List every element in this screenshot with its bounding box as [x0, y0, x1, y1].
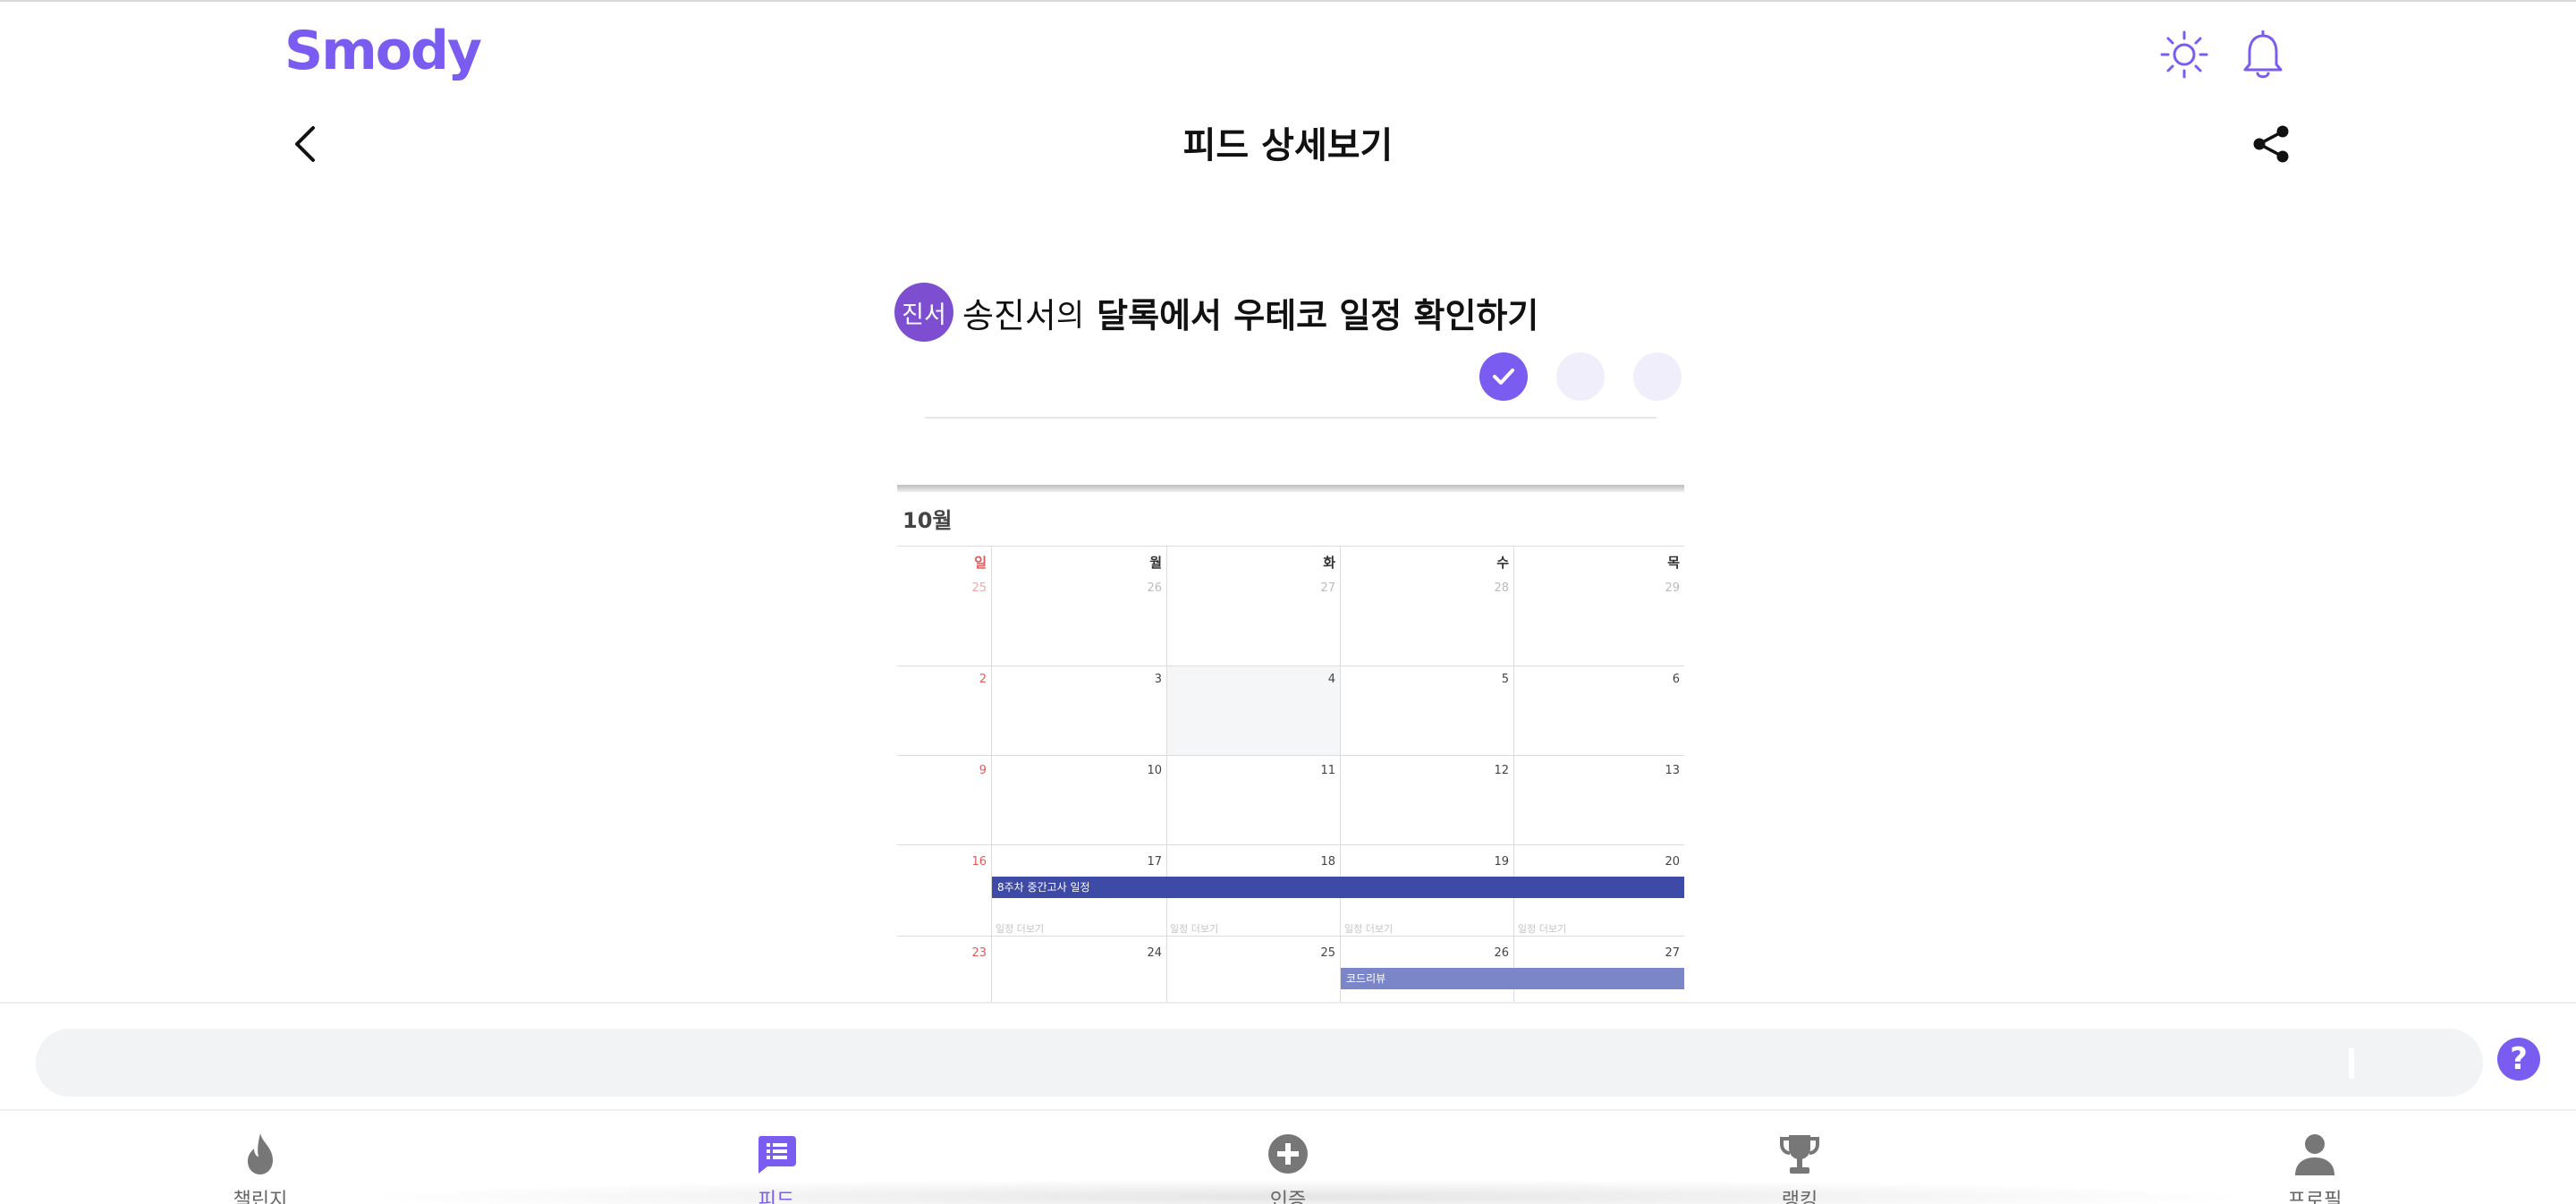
nav-divider	[0, 1109, 2576, 1111]
calendar-month: 10월	[902, 508, 953, 533]
calendar-event: 8주차 중간고사 일정	[992, 877, 1684, 898]
day-number: 19	[1494, 855, 1509, 869]
nav-item-challenge[interactable]: 챌린지	[189, 1131, 332, 1204]
grid-line	[897, 755, 1684, 756]
day-number: 23	[971, 946, 987, 960]
nav-label: 랭킹	[1781, 1190, 1818, 1204]
feed-heading: 진서 송진서 의 달록에서 우테코 일정 확인하기	[894, 283, 1543, 342]
day-number: 25	[971, 581, 987, 595]
grid-line	[991, 546, 992, 1004]
calendar-event: 코드리뷰	[1341, 968, 1684, 989]
avatar[interactable]: 진서	[894, 283, 953, 342]
weekday-label: 일	[974, 555, 987, 571]
sun-icon	[2160, 30, 2208, 79]
weekday-label: 월	[1149, 555, 1162, 571]
more-schedule-label: 일정 더보기	[1170, 923, 1219, 935]
more-schedule-label: 일정 더보기	[996, 923, 1045, 935]
day-number: 26	[1147, 581, 1162, 595]
question-icon: ?	[2510, 1041, 2528, 1077]
help-button[interactable]: ?	[2497, 1038, 2540, 1081]
window-top-border	[0, 0, 2576, 2]
comment-input[interactable]	[36, 1029, 2483, 1097]
day-number: 29	[1665, 581, 1680, 595]
nav-label: 챌린지	[233, 1190, 288, 1204]
feed-image: 10월 일 월 화 수 목 25 26 27 28 29 2 3 4 5 6 9	[897, 485, 1684, 1004]
nav-item-ranking[interactable]: 랭킹	[1728, 1131, 1871, 1204]
day-number: 27	[1665, 946, 1680, 960]
nav-item-verify[interactable]: 인증	[1216, 1131, 1360, 1204]
grid-line	[897, 546, 1684, 547]
text-caret	[2349, 1048, 2354, 1079]
day-number: 27	[1320, 581, 1335, 595]
comment-divider	[0, 1002, 2576, 1004]
day-number: 12	[1494, 764, 1509, 777]
grid-line	[1166, 546, 1167, 1004]
progress-dot-empty	[1633, 352, 1682, 401]
day-number: 26	[1494, 946, 1509, 960]
day-number: 9	[979, 764, 987, 777]
day-number: 18	[1320, 855, 1335, 869]
progress-dot-done	[1479, 352, 1528, 401]
plus-circle-icon	[1268, 1134, 1308, 1174]
grid-line	[1340, 546, 1341, 1004]
notification-button[interactable]	[2236, 29, 2290, 82]
nav-item-feed[interactable]: 피드	[705, 1131, 848, 1204]
trophy-icon	[1780, 1135, 1819, 1174]
day-number: 25	[1320, 946, 1335, 960]
day-number: 6	[1672, 673, 1680, 686]
grid-line	[1513, 546, 1514, 1004]
weekday-label: 수	[1496, 555, 1509, 571]
nav-item-profile[interactable]: 프로필	[2243, 1131, 2386, 1204]
page-title: 피드 상세보기	[1182, 125, 1394, 166]
day-number: 5	[1501, 673, 1509, 686]
day-number: 3	[1154, 673, 1162, 686]
day-number: 4	[1327, 673, 1335, 686]
progress-dot-empty	[1556, 352, 1605, 401]
weekday-label: 화	[1323, 555, 1335, 571]
person-icon	[2295, 1134, 2334, 1175]
more-schedule-label: 일정 더보기	[1518, 923, 1567, 935]
share-icon	[2253, 125, 2289, 163]
day-number: 16	[971, 855, 987, 869]
challenge-title[interactable]: 달록에서 우테코 일정 확인하기	[1093, 288, 1543, 337]
weekday-label: 목	[1667, 555, 1680, 571]
check-icon	[1493, 369, 1514, 385]
day-number: 2	[979, 673, 987, 686]
more-schedule-label: 일정 더보기	[1344, 923, 1394, 935]
grid-line	[897, 844, 1684, 845]
divider	[925, 417, 1657, 419]
day-number: 11	[1320, 764, 1335, 777]
nav-label: 프로필	[2287, 1190, 2343, 1204]
calendar-topbar	[897, 485, 1684, 492]
grid-line	[897, 936, 1684, 937]
nav-label: 피드	[758, 1190, 795, 1204]
bell-icon	[2243, 30, 2283, 79]
feed-icon	[758, 1136, 796, 1174]
day-number: 28	[1494, 581, 1509, 595]
theme-toggle-button[interactable]	[2159, 30, 2209, 80]
share-button[interactable]	[2249, 122, 2293, 166]
day-number: 10	[1147, 764, 1162, 777]
author-suffix: 의	[1055, 297, 1085, 334]
day-number: 13	[1665, 764, 1680, 777]
fire-icon	[248, 1133, 273, 1174]
day-number: 24	[1147, 946, 1162, 960]
app-logo[interactable]: Smody	[284, 20, 482, 82]
author-name: 송진서	[962, 295, 1056, 335]
day-number: 17	[1147, 855, 1162, 869]
day-number: 20	[1665, 855, 1680, 869]
nav-label: 인증	[1269, 1190, 1307, 1204]
